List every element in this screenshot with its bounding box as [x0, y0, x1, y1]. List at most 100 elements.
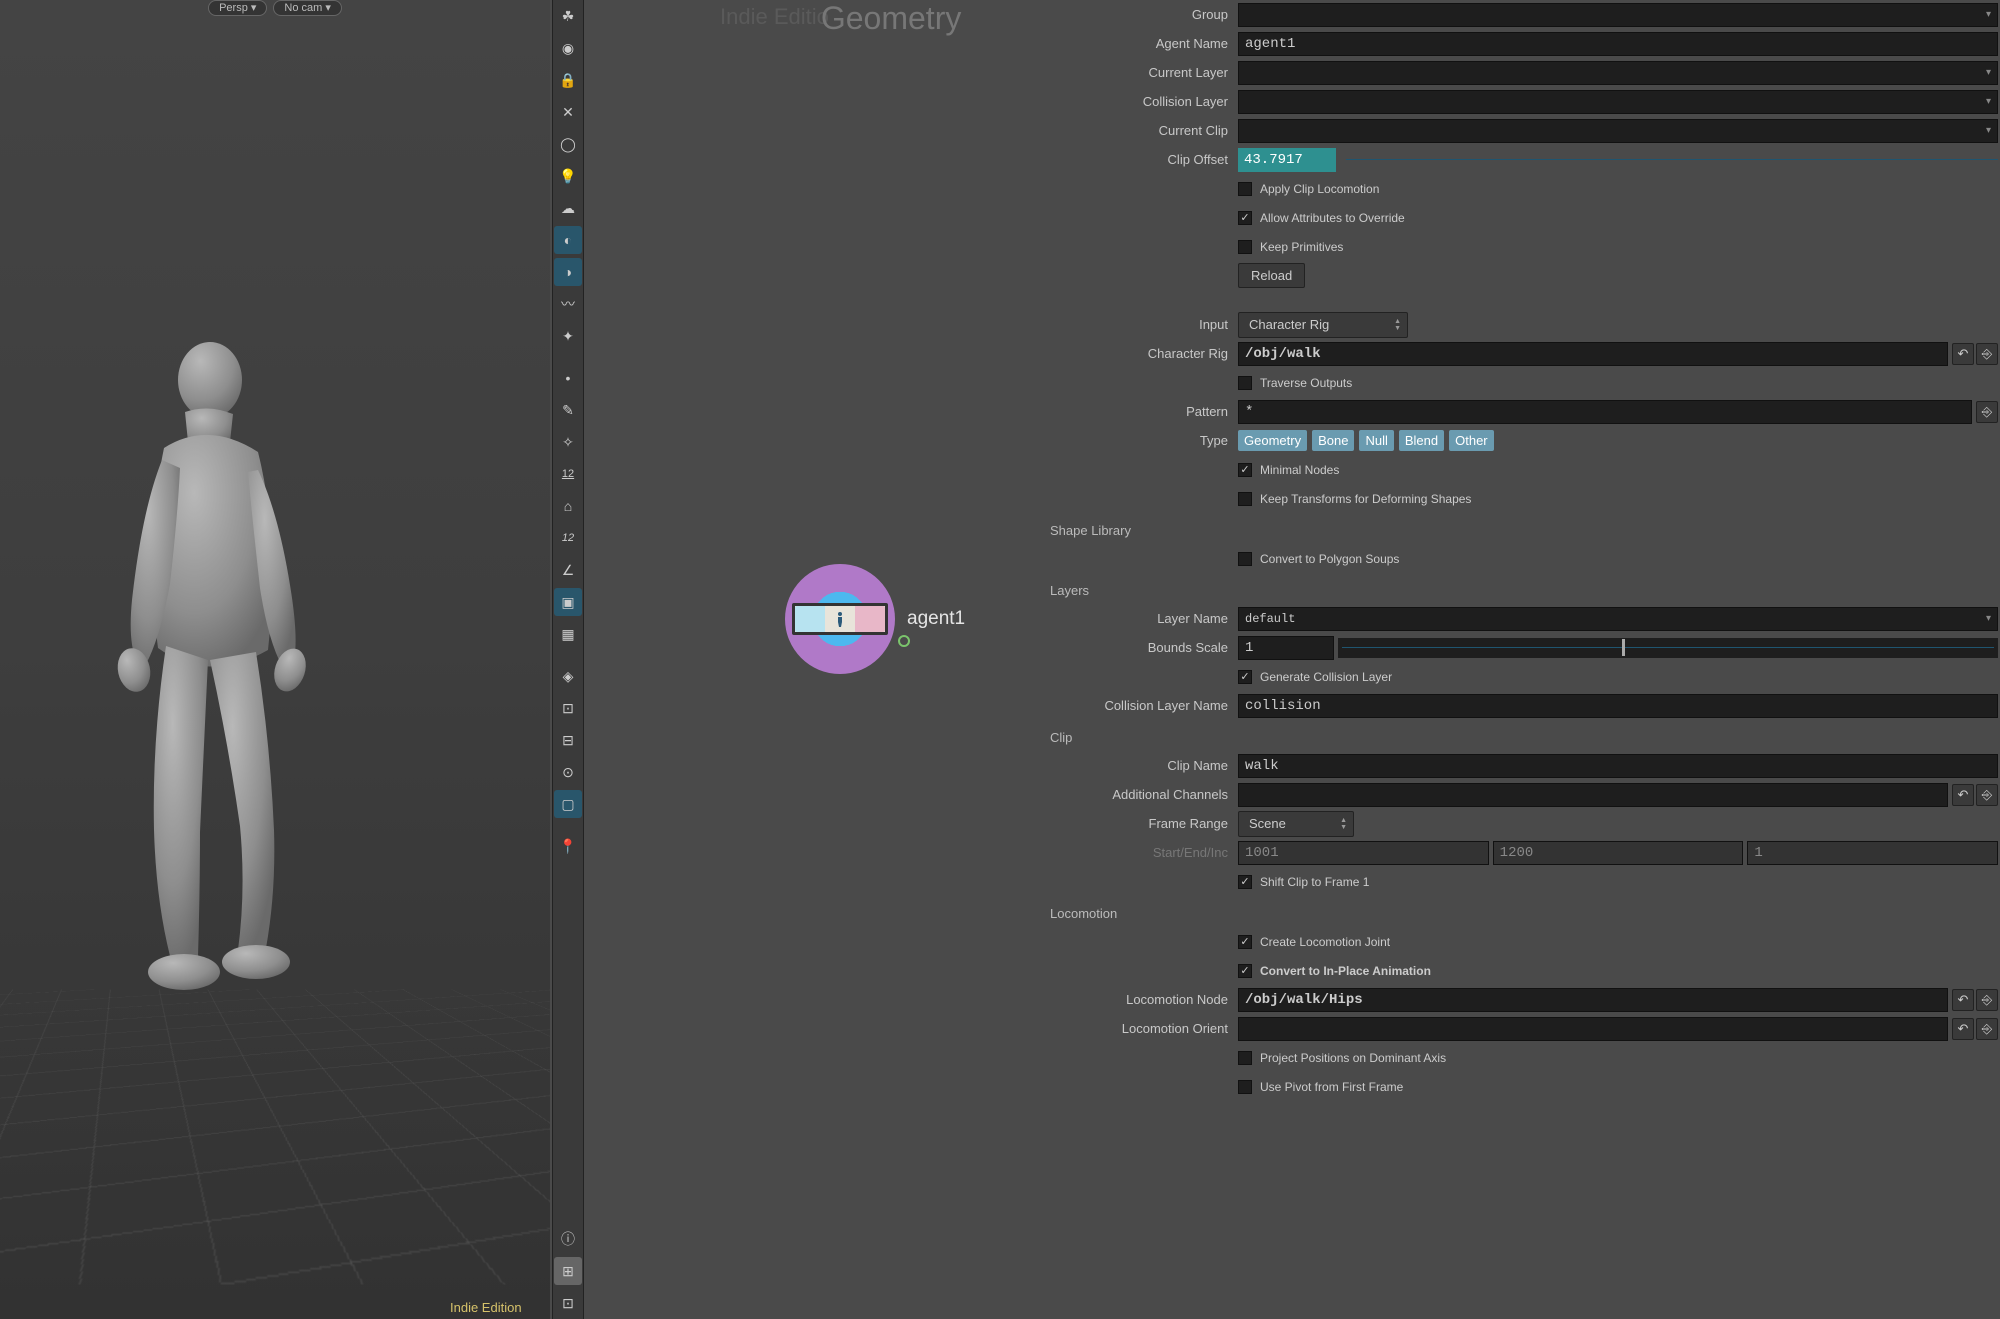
indie-edition-label: Indie Edition [450, 1300, 522, 1315]
spray-icon[interactable]: ✦ [554, 322, 582, 350]
broom-icon[interactable]: ⌂ [554, 492, 582, 520]
viewport-grid [0, 989, 550, 1284]
character-rig-input[interactable] [1238, 342, 1948, 366]
orient-chooser-icon[interactable]: ⎆ [1976, 1018, 1998, 1040]
settings-icon[interactable]: ⊡ [554, 1289, 582, 1317]
clip-offset-input[interactable] [1238, 148, 1336, 172]
type-bone-toggle[interactable]: Bone [1312, 430, 1354, 451]
shift-clip-checkbox[interactable]: Shift Clip to Frame 1 [1238, 869, 1369, 895]
keep-primitives-checkbox[interactable]: Keep Primitives [1238, 234, 1343, 260]
number12-icon[interactable]: 12 [554, 460, 582, 488]
open-chooser-icon[interactable]: ⎆ [1976, 343, 1998, 365]
character-mannequin [80, 340, 370, 1020]
diamond-icon[interactable]: ◈ [554, 662, 582, 690]
ghost-icon[interactable]: ◑ [554, 258, 582, 286]
network-view[interactable]: Indie EditioGeometry agent1 [590, 0, 1044, 1319]
lock-icon[interactable]: 🔒 [554, 66, 582, 94]
project-positions-checkbox[interactable]: Project Positions on Dominant Axis [1238, 1045, 1446, 1071]
graph-icon[interactable]: ∠ [554, 556, 582, 584]
frame-range-combo[interactable]: Scene▲▼ [1238, 811, 1354, 837]
clip-name-input[interactable] [1238, 754, 1998, 778]
image-icon[interactable]: ▢ [554, 790, 582, 818]
checker-icon[interactable]: ▦ [554, 620, 582, 648]
viewport-header: Persp ▾ No cam ▾ [0, 0, 550, 20]
camera-persp-chip[interactable]: Persp ▾ [208, 0, 267, 16]
end-frame-input [1493, 841, 1744, 865]
brush-icon[interactable]: ✎ [554, 396, 582, 424]
collision-layer-name-input[interactable] [1238, 694, 1998, 718]
focus-icon[interactable]: ⊡ [554, 694, 582, 722]
agent-name-input[interactable] [1238, 32, 1998, 56]
agent-node-icon [785, 564, 895, 674]
clip-offset-slider[interactable] [1346, 159, 1998, 160]
convert-polysoups-checkbox[interactable]: Convert to Polygon Soups [1238, 546, 1399, 572]
bounds-scale-slider[interactable] [1338, 638, 1998, 658]
loco-back-icon[interactable]: ↶ [1952, 989, 1974, 1011]
current-clip-select[interactable] [1238, 119, 1998, 143]
target-icon[interactable]: ✕ [554, 98, 582, 126]
clip-offset-label: Clip Offset [1044, 152, 1238, 167]
collision-layer-label: Collision Layer [1044, 94, 1238, 109]
record-icon[interactable]: ⊙ [554, 758, 582, 786]
locomotion-orient-input[interactable] [1238, 1017, 1948, 1041]
back-icon[interactable]: ↶ [1952, 343, 1974, 365]
collision-layer-select[interactable] [1238, 90, 1998, 114]
bounds-scale-input[interactable] [1238, 636, 1334, 660]
type-other-toggle[interactable]: Other [1449, 430, 1494, 451]
type-null-toggle[interactable]: Null [1359, 430, 1393, 451]
type-geometry-toggle[interactable]: Geometry [1238, 430, 1307, 451]
tangent-icon[interactable]: 〰 [554, 290, 582, 318]
current-clip-label: Current Clip [1044, 123, 1238, 138]
pattern-input[interactable] [1238, 400, 1972, 424]
create-loco-joint-checkbox[interactable]: Create Locomotion Joint [1238, 929, 1390, 955]
pattern-label: Pattern [1044, 404, 1238, 419]
traverse-outputs-checkbox[interactable]: Traverse Outputs [1238, 370, 1352, 396]
convert-inplace-checkbox[interactable]: Convert to In-Place Animation [1238, 958, 1431, 984]
group-label: Group [1044, 7, 1238, 22]
channels-back-icon[interactable]: ↶ [1952, 784, 1974, 806]
viewport-3d[interactable]: Persp ▾ No cam ▾ [0, 0, 550, 1319]
group-select[interactable] [1238, 3, 1998, 27]
info-icon[interactable]: ⓘ [554, 1225, 582, 1253]
start-frame-input [1238, 841, 1489, 865]
bulb-icon[interactable]: 💡 [554, 162, 582, 190]
headlight-icon[interactable]: ◐ [554, 226, 582, 254]
eye-icon[interactable]: ◉ [554, 34, 582, 62]
quad-icon[interactable]: ⊞ [554, 1257, 582, 1285]
type-blend-toggle[interactable]: Blend [1399, 430, 1444, 451]
loco-chooser-icon[interactable]: ⎆ [1976, 989, 1998, 1011]
apply-clip-locomotion-checkbox[interactable]: Apply Clip Locomotion [1238, 176, 1379, 202]
agent-name-label: Agent Name [1044, 36, 1238, 51]
input-combo[interactable]: Character Rig▲▼ [1238, 312, 1408, 338]
point-icon[interactable]: • [554, 364, 582, 392]
reload-button[interactable]: Reload [1238, 263, 1305, 288]
wand-icon[interactable]: ✧ [554, 428, 582, 456]
locomotion-node-input[interactable] [1238, 988, 1948, 1012]
use-pivot-checkbox[interactable]: Use Pivot from First Frame [1238, 1074, 1403, 1100]
locomotion-orient-label: Locomotion Orient [1044, 1021, 1238, 1036]
cloud-icon[interactable]: ☁ [554, 194, 582, 222]
pattern-chooser-icon[interactable]: ⎆ [1976, 401, 1998, 423]
current-layer-label: Current Layer [1044, 65, 1238, 80]
bounds-scale-label: Bounds Scale [1044, 640, 1238, 655]
clip-name-label: Clip Name [1044, 758, 1238, 773]
agent-node[interactable]: agent1 [785, 564, 965, 674]
clip-header: Clip [1044, 720, 1998, 751]
number12b-icon[interactable]: 12 [554, 524, 582, 552]
sphere-icon[interactable]: ◯ [554, 130, 582, 158]
minimal-nodes-checkbox[interactable]: Minimal Nodes [1238, 457, 1339, 483]
shrink-icon[interactable]: ⊟ [554, 726, 582, 754]
camera-select-chip[interactable]: No cam ▾ [273, 0, 341, 16]
leaf-icon[interactable]: ☘ [554, 2, 582, 30]
generate-collision-layer-checkbox[interactable]: Generate Collision Layer [1238, 664, 1392, 690]
orient-back-icon[interactable]: ↶ [1952, 1018, 1974, 1040]
keep-transforms-checkbox[interactable]: Keep Transforms for Deforming Shapes [1238, 486, 1471, 512]
additional-channels-input[interactable] [1238, 783, 1948, 807]
allow-override-checkbox[interactable]: Allow Attributes to Override [1238, 205, 1405, 231]
layer-name-select[interactable]: default [1238, 607, 1998, 631]
pin-icon[interactable]: 📍 [554, 832, 582, 860]
node-display-flag[interactable] [898, 635, 910, 647]
selection-icon[interactable]: ▣ [554, 588, 582, 616]
current-layer-select[interactable] [1238, 61, 1998, 85]
channels-chooser-icon[interactable]: ⎆ [1976, 784, 1998, 806]
